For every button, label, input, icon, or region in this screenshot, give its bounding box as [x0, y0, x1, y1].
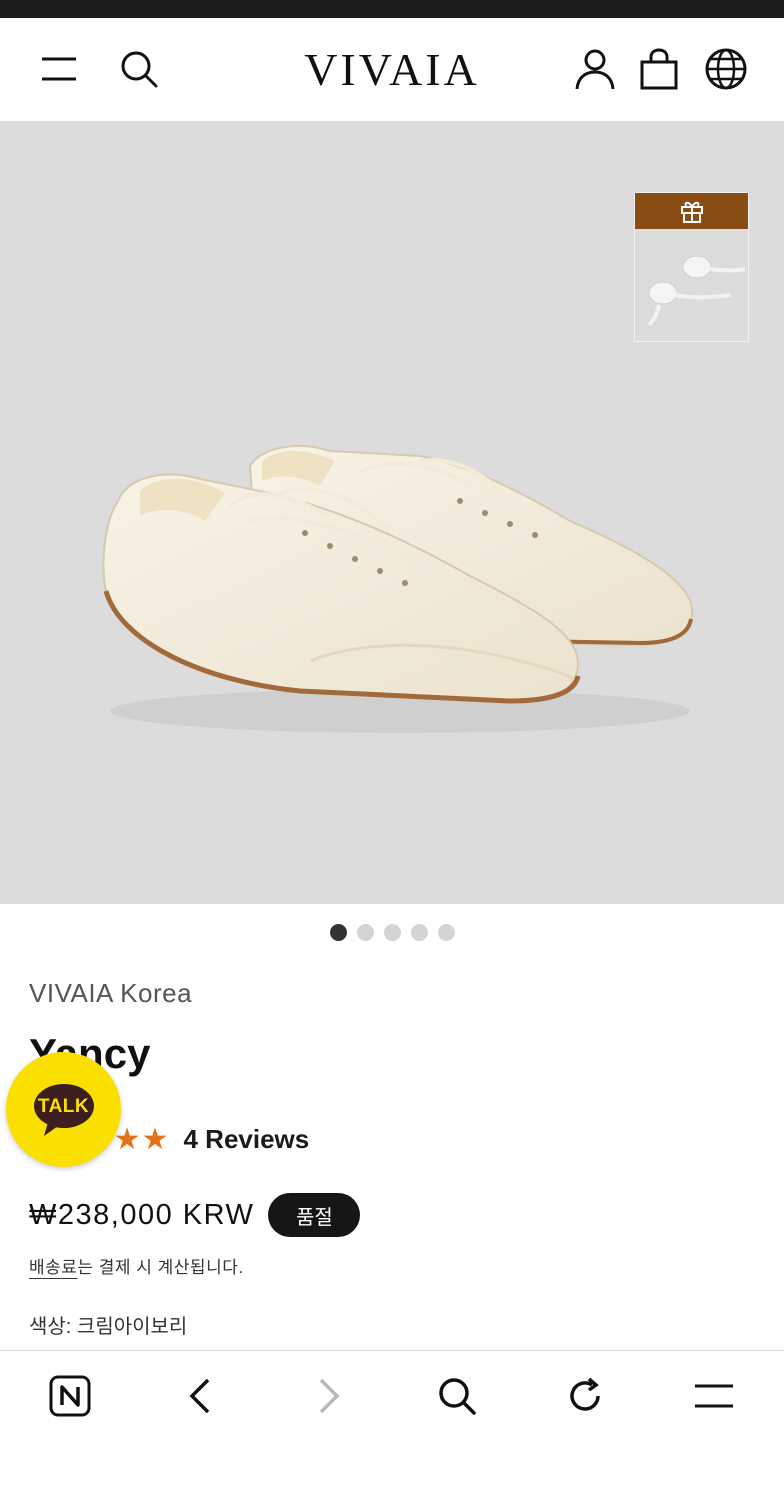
back-button[interactable]	[165, 1371, 235, 1421]
account-button[interactable]	[570, 44, 620, 94]
gift-band	[635, 193, 748, 229]
language-button[interactable]	[700, 44, 752, 94]
menu-icon	[695, 1384, 733, 1408]
kakao-talk-label: TALK	[37, 1096, 90, 1117]
refresh-icon	[570, 1377, 600, 1411]
carousel-dots	[0, 924, 784, 942]
product-color: 색상: 크림아이보리	[29, 1316, 188, 1338]
shipping-note-text: 는 결제 시 계산됩니다.	[77, 1258, 244, 1277]
sold-out-badge: 품절	[268, 1193, 361, 1237]
browser-menu-button[interactable]	[679, 1371, 749, 1421]
forward-button[interactable]	[294, 1371, 364, 1421]
bag-icon	[640, 48, 678, 90]
product-brand: VIVAIA Korea	[29, 978, 193, 1008]
site-header: VIVAIA	[0, 18, 784, 121]
gift-icon	[680, 201, 703, 223]
kakao-talk-button[interactable]: TALK	[6, 1052, 121, 1167]
carousel-dot-2[interactable]	[356, 924, 374, 941]
cart-button[interactable]	[634, 44, 684, 94]
carousel-dot-3[interactable]	[383, 924, 401, 941]
reviews-link[interactable]: 4 Reviews	[183, 1124, 309, 1155]
forward-icon	[319, 1378, 340, 1414]
naver-home-button[interactable]	[35, 1371, 105, 1421]
browser-toolbar	[0, 1350, 784, 1500]
browser-search-button[interactable]	[422, 1371, 492, 1421]
price-row: ₩238,000 KRW 품절	[29, 1193, 361, 1237]
product-hero-image[interactable]	[0, 121, 784, 904]
product-price: ₩238,000 KRW	[29, 1198, 255, 1231]
naver-icon	[49, 1375, 91, 1417]
search-icon	[439, 1378, 476, 1415]
shipping-link[interactable]: 배송료	[29, 1258, 77, 1277]
carousel-dot-4[interactable]	[410, 924, 428, 941]
shipping-note: 배송료는 결제 시 계산됩니다.	[29, 1253, 244, 1278]
carousel-dot-5[interactable]	[437, 924, 455, 941]
carousel-dot-1[interactable]	[329, 924, 347, 941]
refresh-button[interactable]	[550, 1371, 620, 1421]
account-icon	[575, 49, 615, 90]
back-icon	[189, 1378, 210, 1414]
status-bar	[0, 0, 784, 18]
gift-thumbnail[interactable]	[634, 192, 749, 342]
globe-icon	[705, 48, 747, 90]
gift-laces-image	[647, 255, 746, 327]
